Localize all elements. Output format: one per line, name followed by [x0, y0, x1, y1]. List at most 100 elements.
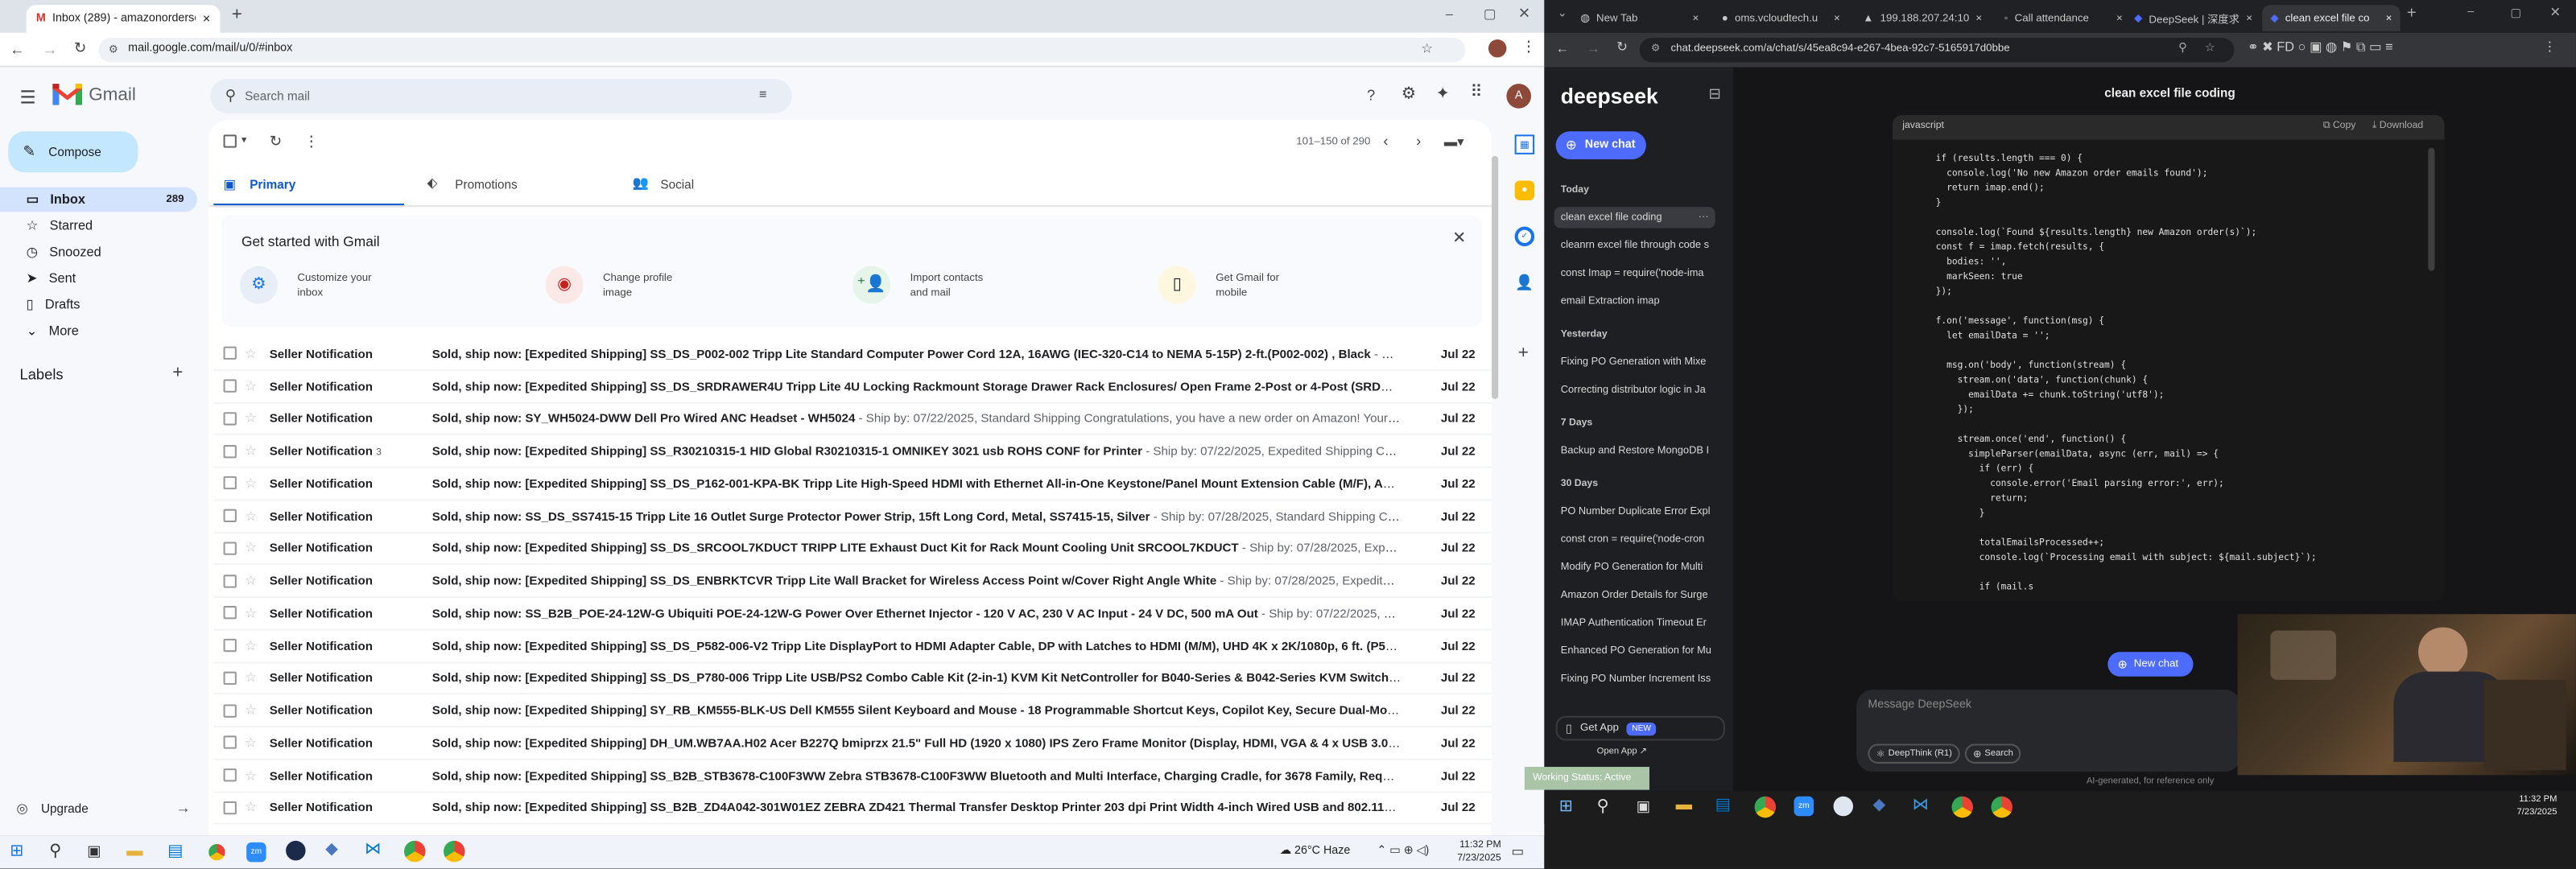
more-options-icon[interactable]: ⋯ [1699, 207, 1709, 229]
chrome-icon[interactable] [205, 840, 229, 864]
row-checkbox[interactable] [223, 509, 237, 523]
new-chat-button[interactable]: ⊕ New chat [1555, 131, 1646, 159]
url-box[interactable]: ⚙ mail.google.com/mail/u/0/#inbox ☆ [98, 37, 1466, 63]
chat-history-item[interactable]: Fixing PO Generation with Mixe [1554, 352, 1715, 373]
tab-ip[interactable]: ▲ 199.188.207.24:10 × [1855, 5, 1989, 31]
select-all-checkbox[interactable] [223, 134, 237, 148]
email-row[interactable]: ☆ Seller Notification Sold, ship now: SY_… [213, 403, 1492, 436]
maximize-icon[interactable]: ▢ [1484, 6, 1496, 21]
chat-history-item[interactable]: email Extraction imap [1554, 290, 1715, 312]
weather-widget[interactable]: ☁ 26°C Haze [1280, 844, 1351, 857]
help-icon[interactable]: ? [1367, 87, 1375, 103]
email-row[interactable]: ☆ Seller Notification Sold, ship now: [Ex… [213, 467, 1492, 501]
back-icon[interactable]: ← [10, 41, 24, 57]
windows-start-icon[interactable]: ⊞ [1559, 798, 1573, 816]
download-code-button[interactable]: ⤓ Download [2372, 121, 2423, 133]
sidebar-item-inbox[interactable]: ▭ Inbox 289 [0, 187, 197, 212]
file-explorer-icon[interactable]: ▬ [126, 842, 142, 860]
tab-call-attendance[interactable]: ◦ Call attendance × [1996, 5, 2131, 31]
site-info-icon[interactable]: ⚙ [109, 43, 118, 56]
system-tray-icons[interactable]: ⌃ ▭ ⊕ ◁) [1377, 844, 1429, 857]
task-view-icon[interactable]: ▣ [87, 842, 101, 860]
tab-primary[interactable]: ▣ Primary [213, 164, 405, 208]
profile-avatar[interactable] [1488, 39, 1507, 58]
star-icon[interactable]: ☆ [245, 574, 257, 588]
tab-social[interactable]: 👥 Social [625, 164, 815, 207]
chrome-profile-icon-2[interactable] [444, 840, 465, 863]
tab-oms[interactable]: ● oms.vcloudtech.u × [1714, 5, 1848, 31]
row-checkbox[interactable] [223, 801, 237, 815]
upgrade-button[interactable]: ◎ Upgrade → [16, 800, 190, 816]
star-icon[interactable]: ☆ [245, 411, 257, 426]
chat-history-item[interactable]: cleanrn excel file through code s [1554, 235, 1715, 257]
row-checkbox[interactable] [223, 412, 237, 426]
chat-history-item[interactable]: Fixing PO Number Increment Iss [1554, 669, 1715, 690]
close-tab-icon[interactable]: × [2386, 12, 2392, 23]
keep-icon[interactable]: ● [1514, 180, 1535, 200]
search-input[interactable]: Search mail [245, 89, 310, 103]
select-dropdown-icon[interactable]: ▾ [242, 134, 246, 146]
sidebar-item-snoozed[interactable]: ◷ Snoozed [0, 240, 197, 265]
notification-icon[interactable]: ▭ [1512, 844, 1524, 859]
refresh-icon[interactable]: ↻ [270, 133, 282, 150]
chat-history-item[interactable]: Modify PO Generation for Multi [1554, 557, 1715, 579]
star-icon[interactable]: ☆ [245, 443, 257, 458]
new-chat-float-button[interactable]: ⊕ New chat [2107, 652, 2194, 677]
sidebar-item-drafts[interactable]: ▯ Drafts [0, 292, 197, 317]
zoom-search-icon[interactable]: ⚲ [2178, 41, 2186, 54]
open-app-link[interactable]: Open App ↗ [1597, 748, 1647, 757]
calendar-icon[interactable]: ▦ [1514, 134, 1535, 154]
tab-new-tab[interactable]: ◍ New Tab × [1572, 5, 1707, 31]
apps-grid-icon[interactable]: ⠿ [1471, 84, 1483, 101]
reload-icon[interactable]: ↻ [1616, 39, 1628, 54]
email-row[interactable]: ☆ Seller Notification Sold, ship now: [Ex… [213, 630, 1492, 663]
sidebar-item-more[interactable]: ⌄ More [0, 319, 197, 344]
close-tab-icon[interactable]: × [1834, 12, 1840, 23]
close-tab-icon[interactable]: × [2116, 12, 2123, 23]
search-icon[interactable]: ⚲ [225, 87, 236, 105]
star-icon[interactable]: ☆ [245, 768, 257, 782]
extension-icons[interactable]: ⚭ ✖ FD ○ ▣ ◍ ⚑ ⧉ ▭ ≡ [2248, 39, 2393, 56]
tasks-icon[interactable]: ✓ [1514, 226, 1535, 247]
site-info-icon[interactable]: ⚙ [1651, 43, 1660, 54]
task-view-icon[interactable]: ▣ [1637, 798, 1650, 816]
zoom-icon[interactable]: zm [246, 842, 266, 863]
forward-icon[interactable]: → [1587, 41, 1600, 56]
tab-promotions[interactable]: ⬖ Promotions [419, 164, 609, 207]
star-icon[interactable]: ☆ [245, 703, 257, 718]
chat-history-item[interactable]: Enhanced PO Generation for Mu [1554, 640, 1715, 662]
row-checkbox[interactable] [223, 671, 237, 685]
new-tab-icon[interactable]: + [232, 5, 242, 24]
clock[interactable]: 11:32 PM 7/23/2025 [2517, 793, 2557, 820]
email-row[interactable]: ☆ Seller Notification Sold, ship now: [Ex… [213, 370, 1492, 404]
email-row[interactable]: ☆ Seller Notification Sold, ship now: [Ex… [213, 662, 1492, 695]
email-row[interactable]: ☆ Seller Notification Sold, ship now: [Ex… [213, 694, 1492, 728]
main-menu-icon[interactable]: ☰ [19, 87, 35, 108]
prev-page-icon[interactable]: ‹ [1383, 133, 1388, 149]
vscode-icon[interactable]: ⋈ [365, 841, 381, 859]
taskbar-search-icon[interactable]: ⚲ [49, 842, 61, 860]
search-bar[interactable]: ⚲ Search mail ≡ [210, 78, 792, 113]
minimize-icon[interactable]: – [2467, 6, 2474, 18]
more-actions-icon[interactable]: ⋮ [304, 133, 319, 150]
star-icon[interactable]: ☆ [245, 476, 257, 491]
search-toggle[interactable]: ⊕ Search [1964, 743, 2022, 764]
close-tab-icon[interactable]: × [1975, 12, 1982, 23]
new-tab-icon[interactable]: + [2407, 5, 2417, 23]
row-checkbox[interactable] [223, 639, 237, 653]
chrome-profile-icon-2[interactable] [1991, 796, 2013, 818]
next-page-icon[interactable]: › [1416, 133, 1421, 149]
star-icon[interactable]: ☆ [245, 346, 257, 360]
reload-icon[interactable]: ↻ [74, 39, 86, 57]
row-checkbox[interactable] [223, 542, 237, 555]
email-row[interactable]: ☆ Seller Notification Sold, ship now: SS_… [213, 500, 1492, 533]
get-addons-icon[interactable]: + [1518, 344, 1529, 363]
close-window-icon[interactable]: ✕ [2549, 5, 2561, 19]
add-label-icon[interactable]: + [172, 363, 183, 382]
store-icon[interactable]: ▤ [1715, 797, 1731, 814]
close-tab-icon[interactable]: × [203, 11, 211, 26]
star-icon[interactable]: ☆ [245, 735, 257, 750]
chat-history-item[interactable]: const cron = require('node-cron [1554, 529, 1715, 550]
row-checkbox[interactable] [223, 444, 237, 458]
zoom-icon[interactable]: zm [1794, 796, 1814, 817]
